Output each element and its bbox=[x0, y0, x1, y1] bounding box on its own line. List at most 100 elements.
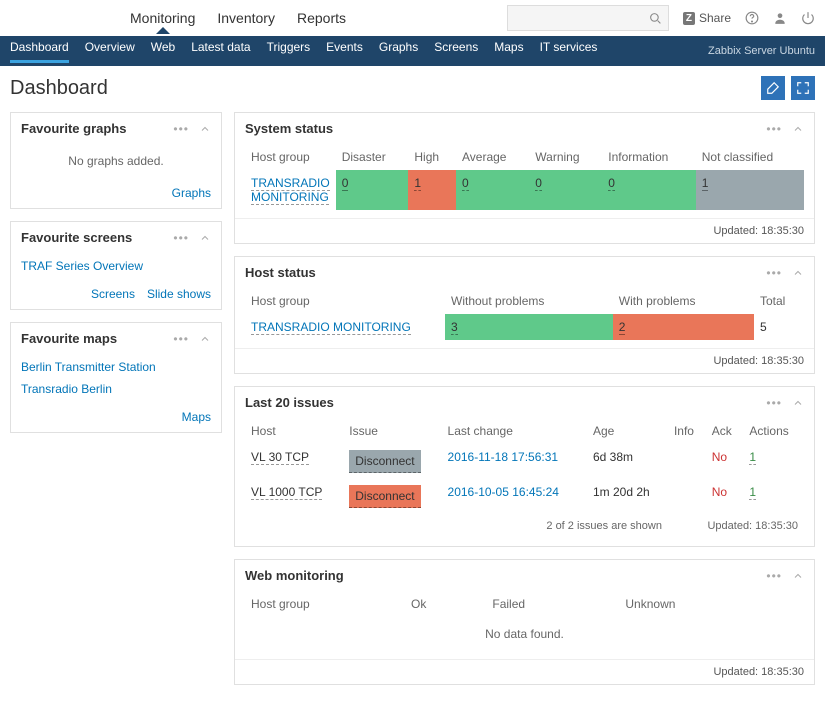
maps-link[interactable]: Maps bbox=[182, 410, 211, 424]
issue-actions[interactable]: 1 bbox=[749, 450, 756, 465]
col-with-problems: With problems bbox=[613, 288, 754, 314]
config-button[interactable] bbox=[761, 76, 785, 100]
tab-screens[interactable]: Screens bbox=[434, 40, 478, 63]
fav-graphs-title: Favourite graphs bbox=[21, 121, 126, 136]
table-row: TRANSRADIO MONITORING 0 1 0 0 0 1 bbox=[245, 170, 804, 210]
slideshows-link[interactable]: Slide shows bbox=[147, 287, 211, 301]
screens-link[interactable]: Screens bbox=[91, 287, 135, 301]
fullscreen-button[interactable] bbox=[791, 76, 815, 100]
col-average: Average bbox=[456, 144, 529, 170]
issue-info bbox=[668, 444, 706, 479]
status-disaster[interactable]: 0 bbox=[336, 170, 409, 210]
tab-latest-data[interactable]: Latest data bbox=[191, 40, 250, 63]
widget-menu-icon[interactable]: ••• bbox=[173, 231, 189, 245]
issue-age: 6d 38m bbox=[587, 444, 668, 479]
issue-lastchange[interactable]: 2016-10-05 16:45:24 bbox=[448, 485, 559, 499]
help-icon[interactable] bbox=[745, 11, 759, 25]
table-header-row: Host group Disaster High Average Warning… bbox=[245, 144, 804, 170]
hostgroup-link[interactable]: TRANSRADIO MONITORING bbox=[251, 176, 330, 205]
widget-web-monitoring: Web monitoring ••• Host group Ok Failed … bbox=[234, 559, 815, 685]
widget-fav-maps: Favourite maps ••• Berlin Transmitter St… bbox=[10, 322, 222, 433]
table-row: TRANSRADIO MONITORING 3 2 5 bbox=[245, 314, 804, 340]
col-notclassified: Not classified bbox=[696, 144, 804, 170]
widget-menu-icon[interactable]: ••• bbox=[766, 122, 782, 136]
issue-ack[interactable]: No bbox=[712, 450, 727, 464]
last-issues-title: Last 20 issues bbox=[245, 395, 334, 410]
tab-triggers[interactable]: Triggers bbox=[267, 40, 311, 63]
chevron-up-icon[interactable] bbox=[792, 123, 804, 135]
fav-map-item[interactable]: Berlin Transmitter Station bbox=[21, 360, 211, 374]
issue-info bbox=[668, 479, 706, 514]
tab-dashboard[interactable]: Dashboard bbox=[10, 40, 69, 63]
status-information[interactable]: 0 bbox=[602, 170, 695, 210]
issue-label[interactable]: Disconnect bbox=[349, 450, 420, 473]
status-with-problems[interactable]: 2 bbox=[613, 314, 754, 340]
col-unknown: Unknown bbox=[619, 591, 804, 617]
widget-menu-icon[interactable]: ••• bbox=[173, 122, 189, 136]
table-header-row: Host group Without problems With problem… bbox=[245, 288, 804, 314]
issue-age: 1m 20d 2h bbox=[587, 479, 668, 514]
widget-system-status: System status ••• Host group Disaster Hi… bbox=[234, 112, 815, 244]
tab-web[interactable]: Web bbox=[151, 40, 175, 63]
issues-updated: Updated: 18:35:30 bbox=[668, 514, 804, 538]
fav-maps-title: Favourite maps bbox=[21, 331, 117, 346]
issues-shown: 2 of 2 issues are shown bbox=[245, 514, 668, 538]
widget-menu-icon[interactable]: ••• bbox=[766, 266, 782, 280]
issue-label[interactable]: Disconnect bbox=[349, 485, 420, 508]
chevron-up-icon[interactable] bbox=[199, 333, 211, 345]
fav-map-item[interactable]: Transradio Berlin bbox=[21, 382, 211, 396]
tab-events[interactable]: Events bbox=[326, 40, 363, 63]
main-menu-reports[interactable]: Reports bbox=[297, 10, 346, 26]
web-monitoring-title: Web monitoring bbox=[245, 568, 344, 583]
status-average[interactable]: 0 bbox=[456, 170, 529, 210]
status-notclassified[interactable]: 1 bbox=[696, 170, 804, 210]
tab-maps[interactable]: Maps bbox=[494, 40, 523, 63]
share-badge-icon: Z bbox=[683, 12, 695, 25]
graphs-link[interactable]: Graphs bbox=[172, 186, 211, 200]
col-failed: Failed bbox=[486, 591, 619, 617]
user-icon[interactable] bbox=[773, 11, 787, 25]
system-status-title: System status bbox=[245, 121, 333, 136]
widget-menu-icon[interactable]: ••• bbox=[766, 569, 782, 583]
webmon-table: Host group Ok Failed Unknown bbox=[245, 591, 804, 617]
chevron-up-icon[interactable] bbox=[199, 232, 211, 244]
issue-actions[interactable]: 1 bbox=[749, 485, 756, 500]
main-menu-monitoring[interactable]: Monitoring bbox=[130, 10, 195, 26]
tab-overview[interactable]: Overview bbox=[85, 40, 135, 63]
host-status-title: Host status bbox=[245, 265, 316, 280]
widget-fav-screens: Favourite screens ••• TRAF Series Overvi… bbox=[10, 221, 222, 310]
col-host: Host bbox=[245, 418, 343, 444]
fav-screen-item[interactable]: TRAF Series Overview bbox=[21, 259, 211, 273]
issue-host[interactable]: VL 1000 TCP bbox=[251, 485, 322, 500]
share-label: Share bbox=[699, 11, 731, 25]
status-warning[interactable]: 0 bbox=[529, 170, 602, 210]
status-without-problems[interactable]: 3 bbox=[445, 314, 613, 340]
power-icon[interactable] bbox=[801, 11, 815, 25]
page-title: Dashboard bbox=[10, 77, 108, 100]
col-hostgroup: Host group bbox=[245, 591, 405, 617]
chevron-up-icon[interactable] bbox=[792, 267, 804, 279]
col-high: High bbox=[408, 144, 456, 170]
chevron-up-icon[interactable] bbox=[199, 123, 211, 135]
widget-menu-icon[interactable]: ••• bbox=[173, 332, 189, 346]
issue-lastchange[interactable]: 2016-11-18 17:56:31 bbox=[448, 450, 559, 464]
chevron-up-icon[interactable] bbox=[792, 570, 804, 582]
col-info: Info bbox=[668, 418, 706, 444]
chevron-up-icon[interactable] bbox=[792, 397, 804, 409]
tab-graphs[interactable]: Graphs bbox=[379, 40, 418, 63]
fav-graphs-empty: No graphs added. bbox=[11, 144, 221, 178]
tab-it-services[interactable]: IT services bbox=[540, 40, 598, 63]
issue-ack[interactable]: No bbox=[712, 485, 727, 499]
widget-menu-icon[interactable]: ••• bbox=[766, 396, 782, 410]
share-button[interactable]: Z Share bbox=[683, 11, 731, 25]
main-menu-inventory[interactable]: Inventory bbox=[217, 10, 275, 26]
search-input[interactable] bbox=[507, 5, 669, 31]
system-status-updated: Updated: 18:35:30 bbox=[235, 218, 814, 243]
host-status-table: Host group Without problems With problem… bbox=[245, 288, 804, 340]
hostgroup-link[interactable]: TRANSRADIO MONITORING bbox=[251, 320, 411, 335]
col-hostgroup: Host group bbox=[245, 144, 336, 170]
status-high[interactable]: 1 bbox=[408, 170, 456, 210]
table-header-row: Host group Ok Failed Unknown bbox=[245, 591, 804, 617]
webmon-empty: No data found. bbox=[245, 617, 804, 651]
issue-host[interactable]: VL 30 TCP bbox=[251, 450, 309, 465]
